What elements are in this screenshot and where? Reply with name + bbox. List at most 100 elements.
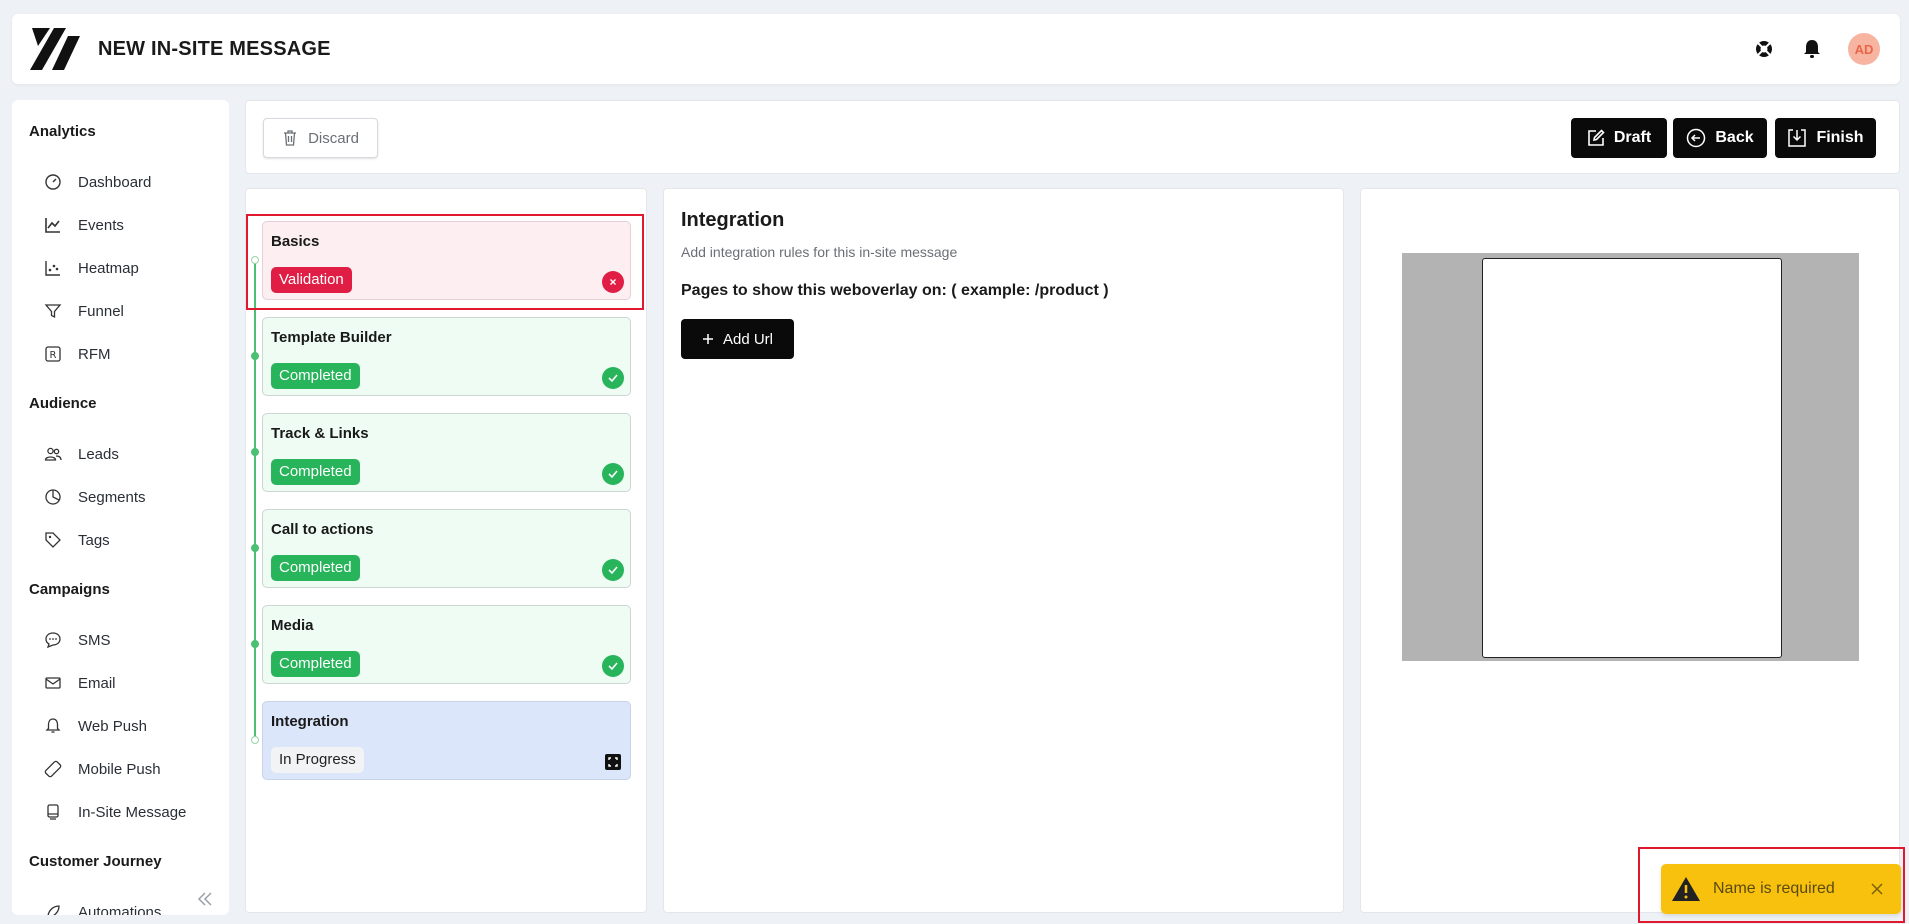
- check-icon: [602, 463, 624, 485]
- check-icon: [602, 655, 624, 677]
- draft-label: Draft: [1613, 129, 1652, 146]
- sidebar-item-tags[interactable]: Tags: [44, 528, 110, 552]
- integration-panel: Integration Add integration rules for th…: [663, 188, 1344, 913]
- line-chart-icon: [45, 218, 60, 233]
- top-bar: NEW IN-SITE MESSAGE AD: [12, 14, 1900, 84]
- preview-canvas: [1402, 253, 1859, 661]
- finish-label: Finish: [1816, 129, 1864, 146]
- monitor-icon: [47, 804, 59, 820]
- step-title: Template Builder: [271, 329, 392, 346]
- sidebar-item-dashboard[interactable]: Dashboard: [44, 170, 151, 194]
- sidebar-item-label: Dashboard: [78, 173, 152, 191]
- preview-panel: [1360, 188, 1900, 913]
- sidebar-item-label: Email: [78, 674, 116, 692]
- warning-toast: Name is required: [1661, 864, 1901, 914]
- sidebar-item-label: Funnel: [78, 302, 124, 320]
- step-integration[interactable]: Integration In Progress: [262, 701, 631, 780]
- step-template-builder[interactable]: Template Builder Completed: [262, 317, 631, 396]
- sidebar-item-label: Automations: [78, 903, 162, 916]
- discard-label: Discard: [308, 129, 359, 147]
- users-icon: [44, 447, 62, 461]
- sidebar-item-heatmap[interactable]: Heatmap: [44, 256, 139, 280]
- svg-text:R: R: [50, 350, 57, 361]
- step-title: Media: [271, 617, 314, 634]
- sidebar-item-label: Segments: [78, 488, 146, 506]
- close-icon[interactable]: [1867, 879, 1887, 899]
- sidebar-item-label: Tags: [78, 531, 110, 549]
- sidebar-item-label: In-Site Message: [78, 803, 187, 821]
- sidebar-item-label: Leads: [78, 445, 119, 463]
- sidebar-item-funnel[interactable]: Funnel: [44, 299, 124, 323]
- trash-icon: [284, 130, 297, 146]
- warning-triangle-icon: [1672, 877, 1700, 901]
- sidebar-section-audience: Audience: [29, 395, 97, 412]
- back-arrow-circle-icon: [1687, 128, 1706, 148]
- pages-label: Pages to show this weboverlay on: ( exam…: [681, 282, 1109, 299]
- step-title: Integration: [271, 713, 349, 730]
- timeline-dot: [251, 640, 259, 648]
- sidebar-item-label: RFM: [78, 345, 111, 363]
- notifications-bell-icon[interactable]: [1800, 37, 1824, 61]
- toast-message: Name is required: [1713, 880, 1835, 897]
- step-call-to-actions[interactable]: Call to actions Completed: [262, 509, 631, 588]
- sidebar-item-sms[interactable]: SMS: [44, 628, 111, 652]
- discard-button[interactable]: Discard: [263, 118, 378, 158]
- draft-button[interactable]: Draft: [1571, 118, 1667, 158]
- tag-icon: [45, 532, 61, 548]
- step-title: Track & Links: [271, 425, 369, 442]
- sidebar-section-analytics: Analytics: [29, 123, 96, 140]
- sidebar-item-segments[interactable]: Segments: [44, 485, 146, 509]
- add-url-button[interactable]: Add Url: [681, 319, 794, 359]
- chat-bubble-icon: [45, 632, 61, 649]
- section-title: Integration: [681, 209, 785, 231]
- sidebar-item-mobile-push[interactable]: Mobile Push: [44, 757, 161, 781]
- brand-logo-icon[interactable]: [28, 24, 82, 74]
- steps-timeline: [254, 257, 256, 737]
- in-progress-focus-icon: [605, 754, 621, 770]
- step-title: Call to actions: [271, 521, 374, 538]
- step-media[interactable]: Media Completed: [262, 605, 631, 684]
- check-icon: [602, 367, 624, 389]
- sidebar-section-campaigns: Campaigns: [29, 581, 110, 598]
- sidebar: Analytics Dashboard Events Heatmap Funne…: [12, 100, 229, 915]
- action-bar: Discard Draft Back Finish: [245, 100, 1900, 174]
- pie-chart-icon: [45, 489, 61, 505]
- sidebar-item-rfm[interactable]: R RFM: [44, 342, 111, 366]
- timeline-dot: [251, 448, 259, 456]
- bell-icon: [45, 718, 61, 733]
- add-url-label: Add Url: [722, 330, 774, 348]
- edit-icon: [1588, 129, 1605, 146]
- rfm-icon: R: [45, 346, 61, 362]
- download-finish-icon: [1788, 129, 1807, 147]
- page-title: NEW IN-SITE MESSAGE: [98, 37, 331, 60]
- section-subtitle: Add integration rules for this in-site m…: [681, 244, 958, 260]
- envelope-icon: [45, 677, 61, 689]
- back-button[interactable]: Back: [1673, 118, 1767, 158]
- back-label: Back: [1715, 129, 1754, 146]
- error-highlight-box: [246, 214, 644, 310]
- sidebar-item-label: Web Push: [78, 717, 147, 735]
- sidebar-item-automations[interactable]: Automations: [44, 900, 161, 915]
- status-badge: In Progress: [271, 747, 364, 773]
- rocket-icon: [47, 905, 60, 915]
- sidebar-item-email[interactable]: Email: [44, 671, 116, 695]
- timeline-dot: [251, 544, 259, 552]
- timeline-dot: [251, 736, 259, 744]
- status-badge: Completed: [271, 555, 360, 581]
- sidebar-item-label: Heatmap: [78, 259, 139, 277]
- finish-button[interactable]: Finish: [1775, 118, 1876, 158]
- sidebar-item-leads[interactable]: Leads: [44, 442, 119, 466]
- user-avatar[interactable]: AD: [1848, 33, 1880, 65]
- timeline-dot: [251, 352, 259, 360]
- collapse-sidebar-icon[interactable]: [195, 889, 215, 909]
- sidebar-item-in-site-message[interactable]: In-Site Message: [44, 800, 186, 824]
- sidebar-item-events[interactable]: Events: [44, 213, 124, 237]
- status-badge: Completed: [271, 651, 360, 677]
- plus-icon: [702, 334, 713, 344]
- preview-message-frame: [1482, 258, 1782, 658]
- help-lifebuoy-icon[interactable]: [1752, 37, 1776, 61]
- sidebar-item-label: Events: [78, 216, 124, 234]
- sidebar-item-label: Mobile Push: [78, 760, 161, 778]
- sidebar-item-web-push[interactable]: Web Push: [44, 714, 147, 738]
- step-track-links[interactable]: Track & Links Completed: [262, 413, 631, 492]
